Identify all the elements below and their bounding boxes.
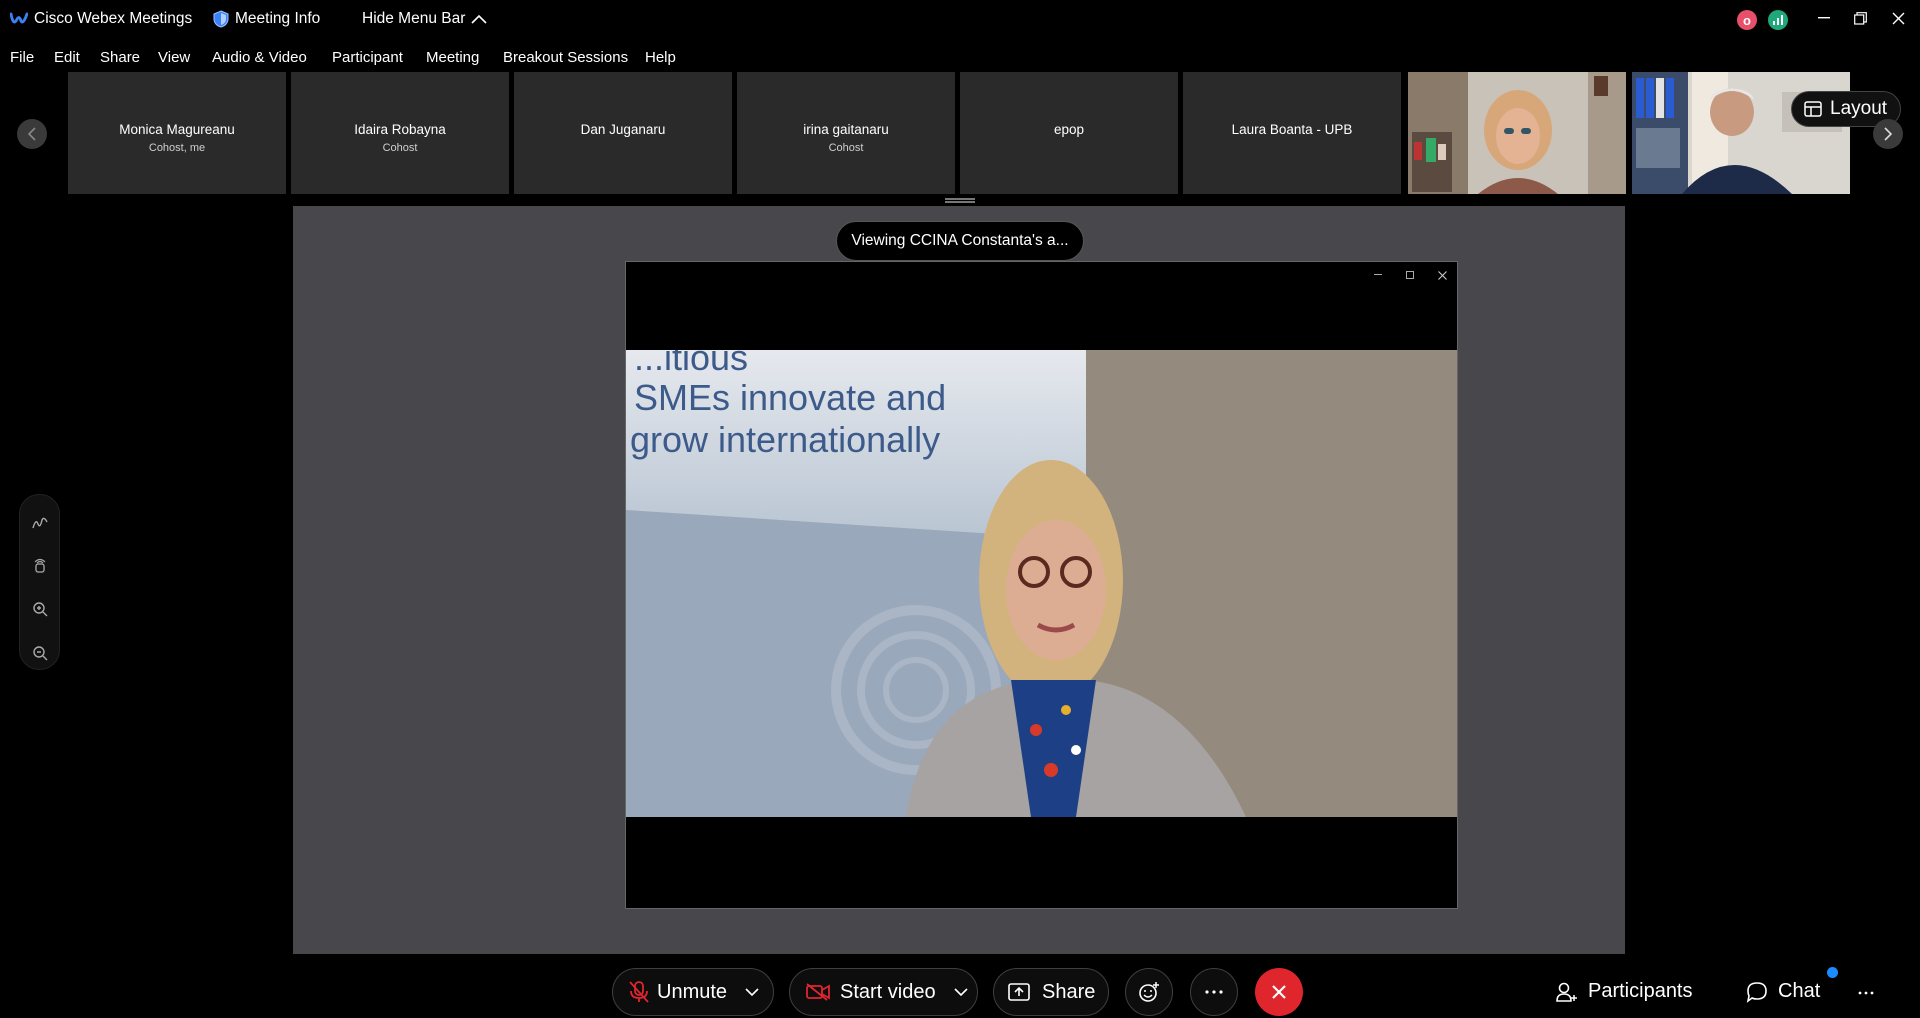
chat-bubble-icon xyxy=(1746,981,1767,1003)
menu-help[interactable]: Help xyxy=(645,49,676,66)
participants-label: Participants xyxy=(1588,980,1693,1002)
title-bar: Cisco Webex Meetings Meeting Info Hide M… xyxy=(0,0,1920,40)
meeting-controls-bar: Unmute Start video Share Participants Ch… xyxy=(0,954,1920,1018)
menu-meeting[interactable]: Meeting xyxy=(426,49,479,66)
menu-participant[interactable]: Participant xyxy=(332,49,403,66)
video-off-icon xyxy=(806,983,830,1001)
participant-tile[interactable]: irina gaitanaru Cohost xyxy=(737,72,955,194)
close-window-icon[interactable] xyxy=(1886,8,1910,28)
reactions-button[interactable] xyxy=(1125,968,1173,1016)
unmute-label: Unmute xyxy=(657,980,728,1003)
participant-name: Dan Juganaru xyxy=(580,122,666,137)
participant-name: Laura Boanta - UPB xyxy=(1231,122,1353,137)
menu-audio-video[interactable]: Audio & Video xyxy=(212,49,307,66)
chevron-up-icon xyxy=(471,14,487,24)
hide-menu-bar-button[interactable]: Hide Menu Bar xyxy=(362,10,487,28)
user-avatar-badge[interactable]: o xyxy=(1737,10,1757,30)
restore-icon[interactable] xyxy=(1848,8,1872,28)
leave-meeting-button[interactable] xyxy=(1255,968,1303,1016)
participant-filmstrip: Monica Magureanu Cohost, me Idaira Robay… xyxy=(0,72,1920,196)
participant-video xyxy=(1408,72,1626,194)
chevron-down-icon[interactable] xyxy=(954,987,968,997)
participant-tile[interactable]: Dan Juganaru xyxy=(514,72,732,194)
app-title: Cisco Webex Meetings xyxy=(10,10,192,28)
participant-name: irina gaitanaru xyxy=(803,122,889,137)
banner-text-line0: ...itious xyxy=(634,350,748,378)
overflow-menu-button[interactable] xyxy=(1853,980,1879,1006)
participant-tile[interactable]: Idaira Robayna Cohost xyxy=(291,72,509,194)
participants-panel-button[interactable]: Participants xyxy=(1556,980,1693,1003)
menu-bar: File Edit Share View Audio & Video Parti… xyxy=(0,44,1920,72)
app-name: Cisco Webex Meetings xyxy=(34,10,193,27)
share-label: Share xyxy=(1042,980,1096,1003)
annotation-toolbar xyxy=(19,494,60,670)
chevron-right-icon xyxy=(1884,127,1893,141)
participant-name: Monica Magureanu xyxy=(119,122,235,137)
zoom-in-icon[interactable] xyxy=(30,599,50,619)
share-button[interactable]: Share xyxy=(993,968,1109,1016)
share-minimize-icon[interactable] xyxy=(1371,268,1385,282)
chat-notification-dot xyxy=(1827,967,1838,978)
meeting-info-label: Meeting Info xyxy=(235,10,321,27)
webex-logo-icon xyxy=(10,12,28,26)
banner-text-line1: SMEs innovate and xyxy=(634,377,946,418)
chevron-left-icon xyxy=(27,127,36,141)
share-maximize-icon[interactable] xyxy=(1403,268,1417,282)
menu-edit[interactable]: Edit xyxy=(54,49,80,66)
smiley-plus-icon xyxy=(1139,982,1159,1002)
participant-name: epop xyxy=(1053,122,1085,137)
participant-tile[interactable]: epop xyxy=(960,72,1178,194)
menu-view[interactable]: View xyxy=(158,49,190,66)
viewing-share-indicator[interactable]: Viewing CCINA Constanta's a... xyxy=(836,221,1084,261)
hide-menu-bar-label: Hide Menu Bar xyxy=(362,10,466,27)
annotate-pen-icon[interactable] xyxy=(30,513,50,533)
start-video-label: Start video xyxy=(840,980,936,1003)
muted-mic-icon xyxy=(629,981,649,1003)
ellipsis-icon xyxy=(1205,990,1223,994)
remote-control-icon[interactable] xyxy=(30,555,50,575)
chat-panel-button[interactable]: Chat xyxy=(1746,980,1820,1003)
menu-breakout-sessions[interactable]: Breakout Sessions xyxy=(503,49,628,66)
minimize-icon[interactable] xyxy=(1812,8,1836,28)
participant-video-tile[interactable] xyxy=(1408,72,1626,194)
meeting-info-button[interactable]: Meeting Info xyxy=(213,10,320,28)
shared-application-window: ...itious SMEs innovate and grow interna… xyxy=(625,261,1458,909)
close-icon xyxy=(1272,985,1286,999)
filmstrip-next-button[interactable] xyxy=(1873,119,1903,149)
layout-icon xyxy=(1804,101,1822,117)
share-close-icon[interactable] xyxy=(1435,268,1449,282)
participant-role: Cohost xyxy=(382,142,418,154)
start-video-button[interactable]: Start video xyxy=(789,968,978,1016)
filmstrip-prev-button[interactable] xyxy=(17,119,47,149)
share-screen-icon xyxy=(1008,983,1030,1001)
layout-label: Layout xyxy=(1830,98,1888,119)
unmute-button[interactable]: Unmute xyxy=(612,968,774,1016)
participant-tile[interactable]: Laura Boanta - UPB xyxy=(1183,72,1401,194)
chat-label: Chat xyxy=(1778,980,1821,1002)
filmstrip-resize-handle[interactable] xyxy=(945,198,975,203)
chevron-down-icon[interactable] xyxy=(745,987,759,997)
shared-video: ...itious SMEs innovate and grow interna… xyxy=(626,350,1457,817)
menu-file[interactable]: File xyxy=(10,49,34,66)
more-options-button[interactable] xyxy=(1190,968,1238,1016)
ellipsis-icon xyxy=(1858,991,1874,995)
menu-share[interactable]: Share xyxy=(100,49,140,66)
participant-name: Idaira Robayna xyxy=(354,122,446,137)
participant-role: Cohost xyxy=(828,142,864,154)
participant-tile[interactable]: Monica Magureanu Cohost, me xyxy=(68,72,286,194)
network-health-icon[interactable] xyxy=(1768,10,1788,30)
avatar-letter: o xyxy=(1743,12,1751,28)
viewing-label: Viewing CCINA Constanta's a... xyxy=(851,232,1069,249)
shield-icon xyxy=(213,10,229,28)
participants-icon xyxy=(1556,982,1577,1002)
banner-text-line2: grow internationally xyxy=(630,419,940,460)
zoom-out-icon[interactable] xyxy=(30,643,50,663)
shared-video-frame: ...itious SMEs innovate and grow interna… xyxy=(626,350,1457,817)
participant-role: Cohost, me xyxy=(148,142,206,154)
